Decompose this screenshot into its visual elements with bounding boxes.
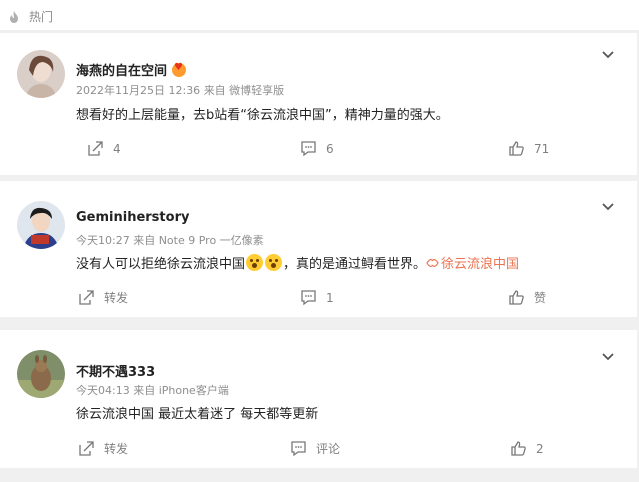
timestamp: 今天10:27 [76, 234, 130, 247]
comment-text: 没有人可以拒绝徐云流浪中国 ，真的是通过鲟看世界。 徐云流浪中国 [76, 253, 519, 273]
username[interactable]: 海燕的自在空间 [76, 60, 187, 79]
comment-icon [290, 440, 307, 457]
comment-meta: 今天04:13 来自 iPhone客户端 [76, 382, 229, 398]
emoji-icon [246, 254, 264, 271]
topic-icon [426, 257, 439, 273]
like-button[interactable]: 71 [508, 140, 549, 157]
hot-section-header: 热门 [0, 0, 639, 30]
source: 来自 iPhone客户端 [133, 384, 229, 397]
repost-icon [78, 289, 95, 306]
like-button[interactable]: 2 [510, 440, 544, 457]
comment-card: 不期不遇333 今天04:13 来自 iPhone客户端 徐云流浪中国 最近太着… [0, 330, 637, 468]
member-badge-icon [172, 62, 187, 77]
repost-icon [87, 140, 104, 157]
username[interactable]: 不期不遇333 [76, 361, 155, 380]
comment-meta: 2022年11月25日 12:36 来自 微博轻享版 [76, 82, 284, 98]
comment-text: 徐云流浪中国 最近太着迷了 每天都等更新 [76, 407, 319, 422]
like-icon [508, 140, 525, 157]
comment-meta: 今天10:27 来自 Note 9 Pro 一亿像素 [76, 232, 264, 248]
like-icon [510, 440, 527, 457]
repost-button[interactable]: 4 [87, 140, 121, 157]
chevron-down-icon[interactable] [601, 45, 615, 64]
like-icon [508, 289, 525, 306]
username[interactable]: Geminiherstory [76, 210, 189, 225]
comment-button[interactable]: 1 [300, 289, 334, 306]
comment-card: 海燕的自在空间 2022年11月25日 12:36 来自 微博轻享版 想看好的上… [0, 33, 637, 175]
hot-section-title: 热门 [29, 10, 54, 24]
like-button[interactable]: 赞 [508, 289, 546, 306]
topic-link[interactable]: 徐云流浪中国 [426, 257, 519, 272]
flame-icon [7, 9, 21, 28]
comment-button[interactable]: 6 [300, 140, 334, 157]
avatar[interactable] [17, 50, 65, 98]
emoji-icon [265, 254, 283, 271]
source: 来自 微博轻享版 [203, 84, 285, 97]
repost-button[interactable]: 转发 [78, 289, 128, 306]
comment-button[interactable]: 评论 [290, 440, 340, 457]
repost-button[interactable]: 转发 [78, 440, 128, 457]
comment-icon [300, 289, 317, 306]
comment-card: Geminiherstory 今天10:27 来自 Note 9 Pro 一亿像… [0, 181, 637, 317]
avatar[interactable] [17, 201, 65, 249]
avatar[interactable] [17, 350, 65, 398]
chevron-down-icon[interactable] [601, 347, 615, 366]
source: 来自 Note 9 Pro 一亿像素 [133, 234, 264, 247]
repost-icon [78, 440, 95, 457]
timestamp: 今天04:13 [76, 384, 130, 397]
timestamp: 2022年11月25日 12:36 [76, 84, 201, 97]
chevron-down-icon[interactable] [601, 197, 615, 216]
comment-icon [300, 140, 317, 157]
comment-text: 想看好的上层能量，去b站看“徐云流浪中国”，精神力量的强大。 [76, 108, 449, 123]
